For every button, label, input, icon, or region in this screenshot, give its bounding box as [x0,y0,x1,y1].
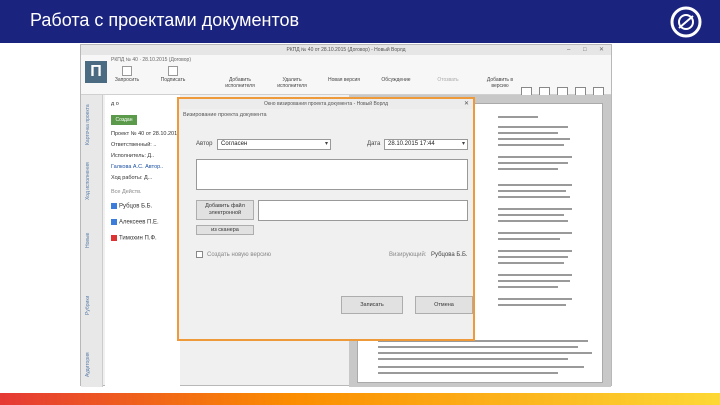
remove-executor-button[interactable]: Удалить исполнителя [271,77,313,89]
maximize-icon[interactable]: □ [583,45,587,55]
discussion-button[interactable]: Обсуждение [375,77,417,83]
list-item[interactable]: Рубцов Б.Б. [111,203,152,210]
panel-tabs[interactable]: Все Действ. [111,189,142,195]
comment-input[interactable] [196,159,468,190]
rail-tab-rubrics[interactable]: Рубрики [85,285,99,325]
approval-dialog: Окно визирования проекта документа - Нов… [177,97,475,341]
dialog-title: Окно визирования проекта документа - Нов… [179,99,473,109]
person-name: Алексеев П.Е. [119,219,159,226]
status-badge: Создан [111,115,137,125]
attached-files-list[interactable] [258,200,468,221]
add-to-version-button[interactable]: Добавить в версию [479,77,521,89]
author-value: Согласен [221,141,248,147]
window-title: РКПД № 40 от 28.10.2015 (Договор) - Новы… [286,47,406,53]
list-item[interactable]: Тимохин П.Ф. [111,235,157,242]
panel-line: Исполнитель: Д.. [111,153,155,159]
window-titlebar: РКПД № 40 от 28.10.2015 (Договор) - Новы… [81,45,611,55]
list-item[interactable]: Алексеев П.Е. [111,219,159,226]
doc-label: д о [111,101,119,107]
person-name: Рубцов Б.Б. [119,203,153,210]
panel-line[interactable]: Галкова А.С. Автор.. [111,164,163,170]
left-rail: Карточка проекта Ход исполнения Новые Ру… [81,95,103,387]
cancel-button[interactable]: Отмена [415,296,473,314]
slide-title: Работа с проектами документов [30,10,300,30]
add-executor-button[interactable]: Добавить исполнителя [219,77,261,89]
panel-line: Проект № 40 от 28.10.2015 [111,131,181,137]
from-scanner-button[interactable]: из сканера [196,225,254,235]
sign-icon [168,66,178,76]
signer-label: Визирующий: [389,252,427,258]
person-name: Тимохин П.Ф. [119,235,157,242]
slide-header: Работа с проектами документов [0,0,720,43]
user-icon [111,219,117,225]
rail-tab-progress[interactable]: Ход исполнения [85,155,99,207]
save-button[interactable]: Записать [341,296,403,314]
close-icon[interactable]: ✕ [599,45,604,55]
date-field[interactable]: 28.10.2015 17:44 ▾ [384,139,468,150]
rail-tab-card[interactable]: Карточка проекта [85,103,99,147]
user-icon [111,203,117,209]
ribbon-doc-title: РКПД № 40 · 28.10.2015 (Договор) [111,57,191,63]
new-version-button[interactable]: Новая версия [323,77,365,83]
sign-button[interactable]: Подписать [152,77,194,83]
new-version-label: Создать новую версию [207,252,271,258]
user-icon [111,235,117,241]
request-icon [122,66,132,76]
author-label: Автор [196,141,213,147]
date-value: 28.10.2015 17:44 [388,141,435,147]
brand-logo-icon [670,6,702,38]
slide-footer-bar [0,393,720,405]
chevron-down-icon: ▾ [324,141,328,147]
date-label: Дата [367,141,381,147]
project-panel: д о Создан Проект № 40 от 28.10.2015 Отв… [105,95,180,387]
author-select[interactable]: Согласен ▾ [217,139,331,150]
panel-line: Ход работы: Д... [111,175,153,181]
dialog-subtitle: Визирование проекта документа [183,112,267,118]
chevron-down-icon: ▾ [461,141,465,147]
app-logo-icon: П [85,61,107,83]
minimize-icon[interactable]: – [567,45,570,55]
rail-tab-audience[interactable]: Аудитория [85,345,99,385]
request-button[interactable]: Запросить [106,77,148,83]
signer-value: Рубцова Б.Б. [431,252,468,258]
new-version-checkbox[interactable] [196,251,203,258]
recall-button[interactable]: Отозвать [427,77,469,83]
panel-line: Ответственный: .. [111,142,157,148]
add-file-button[interactable]: Добавить файл электронной [196,200,254,220]
close-icon[interactable]: ✕ [464,99,469,109]
rail-tab-new[interactable]: Новые [85,225,99,255]
